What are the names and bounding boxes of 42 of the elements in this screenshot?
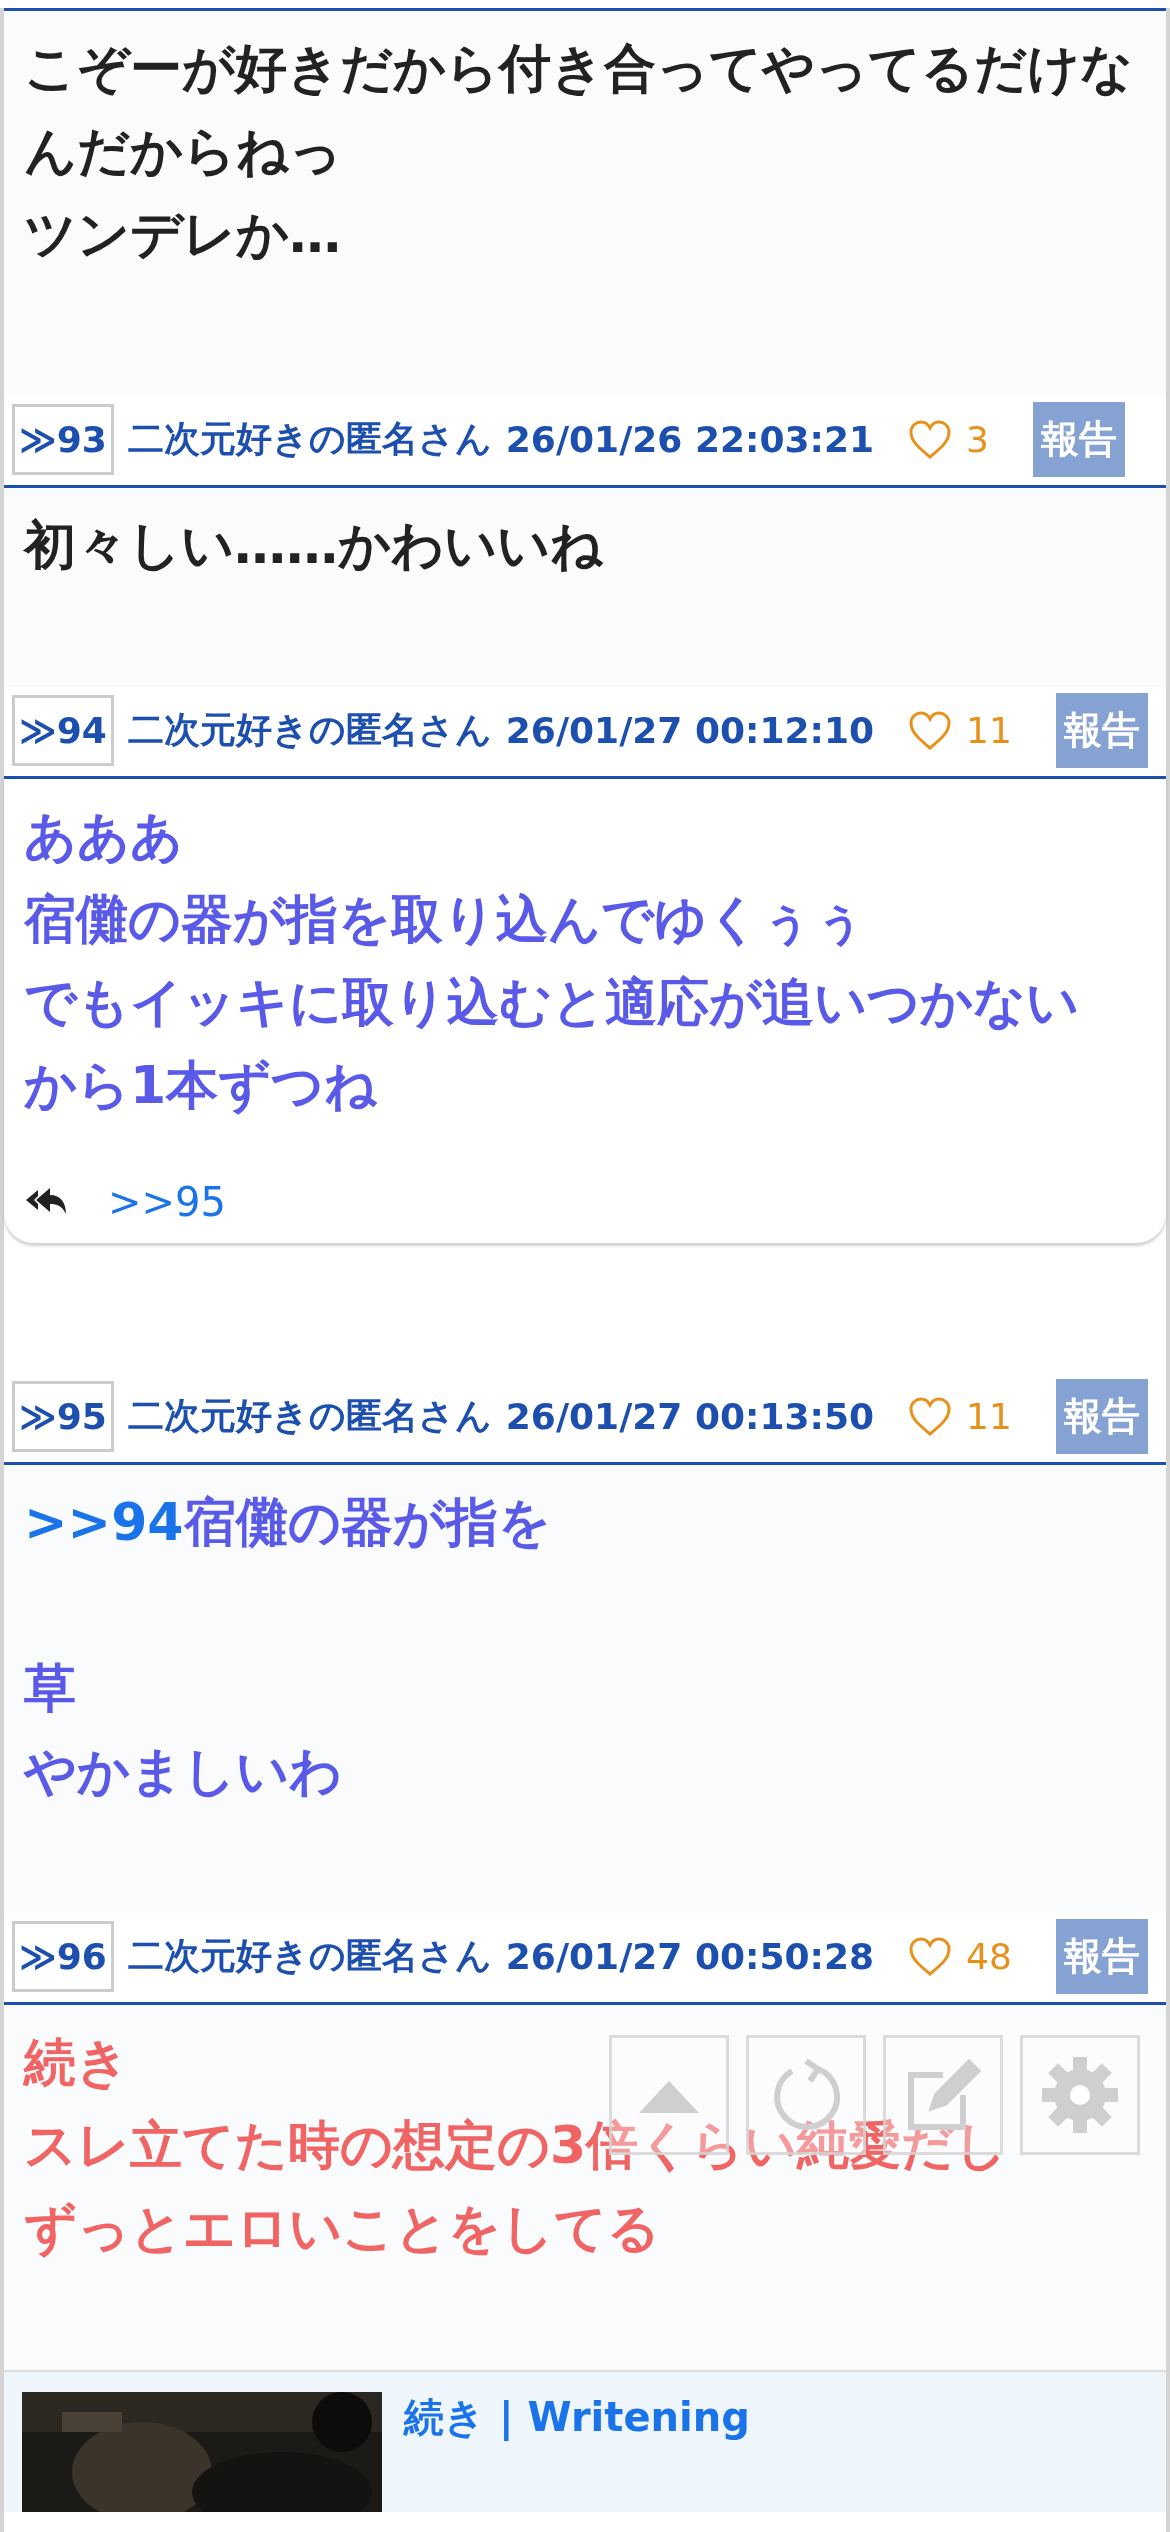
author-name: 二次元好きの匿名さん	[127, 417, 492, 461]
settings-icon	[1040, 2055, 1120, 2135]
heart-icon[interactable]	[908, 710, 952, 751]
post-number[interactable]: ≫95	[12, 1381, 114, 1452]
post-date: 26/01/26 22:03:21	[505, 419, 874, 460]
link-title[interactable]: 続き | Writening	[404, 2392, 750, 2512]
author-name: 二次元好きの匿名さん	[127, 1394, 492, 1438]
heart-icon[interactable]	[908, 1936, 952, 1977]
post-text: 続き	[24, 2031, 129, 2094]
post-number[interactable]: ≫93	[12, 404, 114, 475]
author-name: 二次元好きの匿名さん	[127, 1934, 492, 1978]
post-text: 草	[24, 1657, 76, 1720]
post-text: やかましいわ	[24, 1740, 342, 1803]
report-button[interactable]: 報告	[1055, 693, 1148, 768]
post-text: ずっとエロいことをしてる	[24, 2197, 660, 2260]
post-text: 宿儺の器が指を取り込んでゆくぅぅ	[24, 888, 866, 951]
like-count: 3	[966, 419, 989, 460]
like-count: 11	[966, 710, 1012, 751]
quote-link[interactable]: >>94	[24, 1481, 184, 1564]
heart-icon[interactable]	[908, 419, 952, 460]
post-text: 宿儺の器が指を	[183, 1491, 551, 1554]
report-button[interactable]: 報告	[1055, 1919, 1148, 1994]
post-text: 初々しい……かわいいね	[24, 514, 603, 577]
link-card[interactable]: 続き | Writening	[4, 2370, 1166, 2512]
toolbar-button[interactable]	[1020, 2035, 1140, 2155]
report-button[interactable]: 報告	[1055, 1379, 1148, 1454]
post-date: 26/01/27 00:12:10	[505, 710, 874, 751]
post-text: でもイッキに取り込むと適応が追いつかない	[24, 971, 1079, 1034]
post-text: から1本ずつね	[24, 1054, 378, 1117]
post-number[interactable]: ≫96	[12, 1921, 114, 1992]
post-number[interactable]: ≫94	[12, 695, 114, 766]
report-button[interactable]: 報告	[1032, 402, 1125, 477]
post-date: 26/01/27 00:13:50	[505, 1396, 874, 1437]
post-text: ツンデレか…	[24, 203, 341, 266]
like-count: 11	[966, 1396, 1012, 1437]
post-text: こぞーが好きだから付き合ってやってるだけなんだからねっ	[24, 37, 1134, 183]
author-name: 二次元好きの匿名さん	[127, 708, 492, 752]
post-date: 26/01/27 00:50:28	[505, 1936, 874, 1977]
post-text: あああ	[24, 805, 183, 868]
heart-icon[interactable]	[908, 1396, 952, 1437]
reply-link[interactable]: >>95	[108, 1177, 226, 1227]
like-count: 48	[966, 1936, 1012, 1977]
